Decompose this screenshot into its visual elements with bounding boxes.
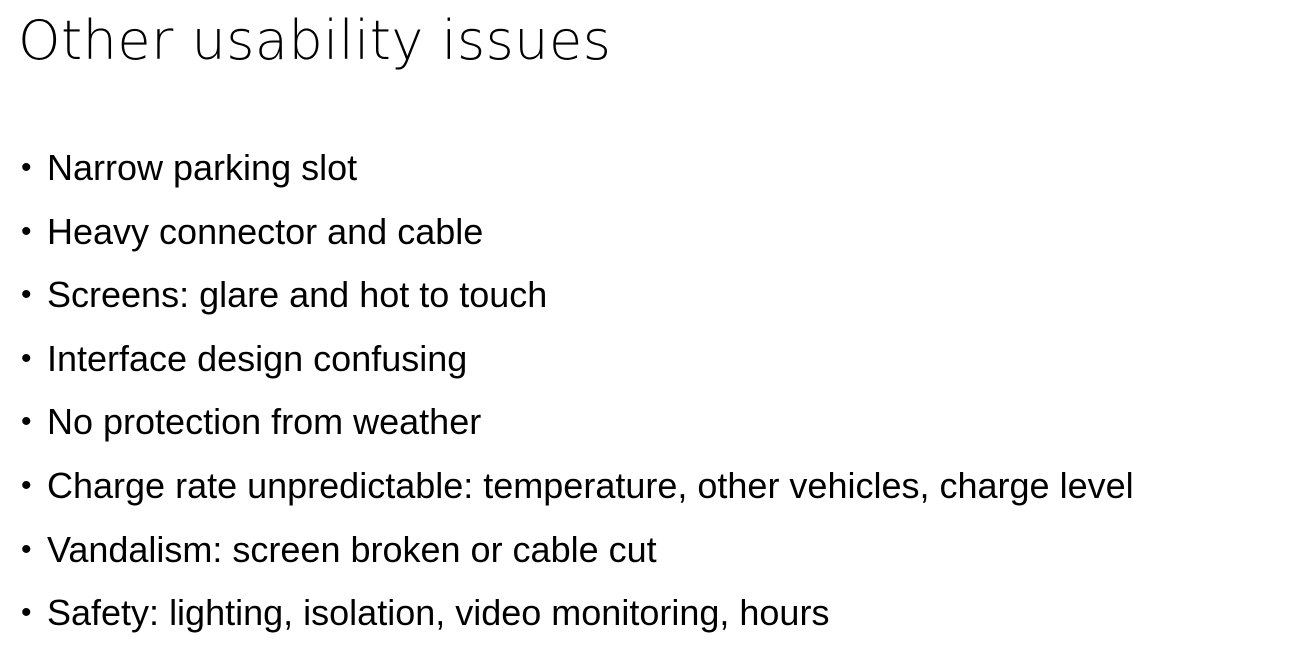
bullet-dot-icon: •: [21, 151, 32, 184]
bullet-item-safety: • Safety: lighting, isolation, video mon…: [18, 581, 1134, 645]
bullet-list: • Narrow parking slot • Heavy connector …: [18, 136, 1134, 645]
bullet-text: Narrow parking slot: [47, 147, 358, 188]
bullet-item-vandalism: • Vandalism: screen broken or cable cut: [18, 518, 1134, 582]
bullet-item-narrow-parking: • Narrow parking slot: [18, 136, 1134, 200]
bullet-text: Safety: lighting, isolation, video monit…: [47, 592, 830, 634]
bullet-dot-icon: •: [21, 341, 32, 375]
bullet-text: Heavy connector and cable: [47, 210, 484, 252]
bullet-item-heavy-connector: • Heavy connector and cable: [18, 200, 1134, 264]
bullet-text: Interface design confusing: [47, 337, 468, 379]
bullet-dot-icon: •: [21, 405, 32, 439]
bullet-dot-icon: •: [21, 278, 32, 312]
bullet-dot-icon: •: [21, 532, 32, 566]
bullet-item-charge-rate: • Charge rate unpredictable: temperature…: [18, 454, 1134, 518]
bullet-item-interface: • Interface design confusing: [18, 327, 1134, 391]
slide-title: Other usability issues: [18, 9, 612, 72]
bullet-text: Screens: glare and hot to touch: [47, 274, 548, 316]
bullet-text: Vandalism: screen broken or cable cut: [47, 528, 657, 570]
bullet-text: Charge rate unpredictable: temperature, …: [47, 464, 1134, 506]
slide: Other usability issues • Narrow parking …: [0, 0, 1292, 656]
bullet-dot-icon: •: [21, 468, 32, 502]
bullet-item-screens: • Screens: glare and hot to touch: [18, 263, 1134, 327]
bullet-text: No protection from weather: [47, 401, 482, 443]
bullet-dot-icon: •: [21, 596, 32, 630]
bullet-dot-icon: •: [21, 214, 32, 248]
bullet-item-weather: • No protection from weather: [18, 390, 1134, 454]
